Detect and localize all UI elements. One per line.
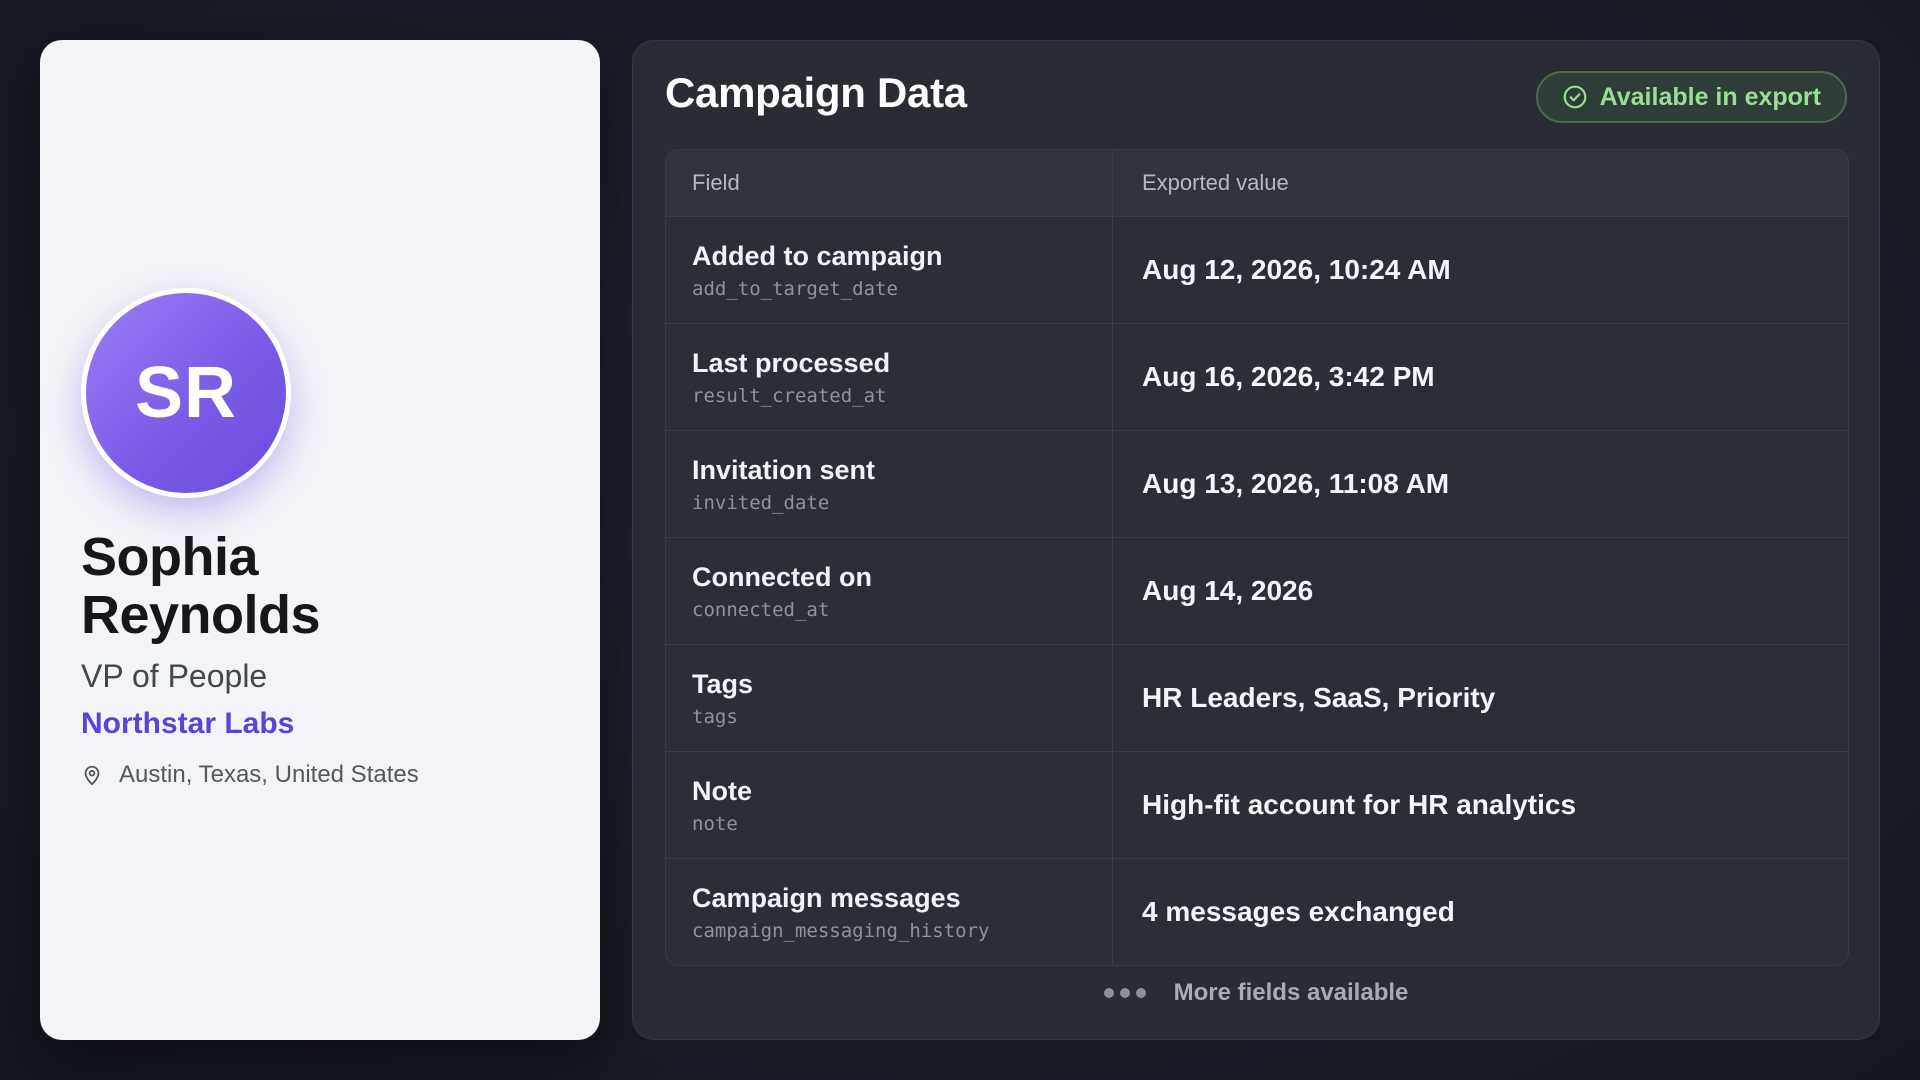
field-cell: Campaign messages campaign_messaging_his… <box>666 859 1113 965</box>
export-status-badge: Available in export <box>1535 71 1847 123</box>
table-row: Tags tags HR Leaders, SaaS, Priority <box>666 645 1848 752</box>
avatar: SR <box>81 288 291 498</box>
export-badge-label: Available in export <box>1599 82 1821 111</box>
table-header: Field Exported value <box>666 150 1848 217</box>
exported-value: High-fit account for HR analytics <box>1142 789 1577 820</box>
table-row: Invitation sent invited_date Aug 13, 202… <box>666 431 1848 538</box>
table-row: Connected on connected_at Aug 14, 2026 <box>666 538 1848 645</box>
field-key: connected_at <box>692 598 830 621</box>
field-cell: Last processed result_created_at <box>666 324 1113 430</box>
field-label: Invitation sent <box>692 454 876 485</box>
more-fields-link[interactable]: More fields available <box>633 979 1879 1007</box>
field-key: add_to_target_date <box>692 277 898 300</box>
profile-details: SR Sophia Reynolds VP of People Northsta… <box>81 288 570 789</box>
more-fields-label: More fields available <box>1173 979 1409 1006</box>
field-cell: Added to campaign add_to_target_date <box>666 217 1113 323</box>
check-circle-icon <box>1563 85 1586 109</box>
profile-card: SR Sophia Reynolds VP of People Northsta… <box>40 40 600 1040</box>
profile-location-text: Austin, Texas, United States <box>119 761 419 788</box>
column-header-exported-value: Exported value <box>1142 170 1289 195</box>
map-pin-icon <box>84 765 100 786</box>
more-dots-icon <box>1103 988 1152 998</box>
field-cell: Tags tags <box>666 645 1113 751</box>
field-cell: Note note <box>666 752 1113 858</box>
exported-value: HR Leaders, SaaS, Priority <box>1142 682 1496 713</box>
field-label: Last processed <box>692 347 891 378</box>
field-label: Tags <box>692 668 754 699</box>
field-label: Added to campaign <box>692 240 943 271</box>
table-row: Note note High-fit account for HR analyt… <box>666 752 1848 859</box>
table-row: Campaign messages campaign_messaging_his… <box>666 859 1848 965</box>
exported-value: Aug 14, 2026 <box>1142 575 1314 606</box>
avatar-initials: SR <box>134 353 238 433</box>
table-row: Last processed result_created_at Aug 16,… <box>666 324 1848 431</box>
profile-company-link[interactable]: Northstar Labs <box>81 707 570 741</box>
field-key: note <box>692 812 738 835</box>
profile-name: Sophia Reynolds <box>81 527 321 645</box>
field-key: tags <box>692 705 738 728</box>
field-key: campaign_messaging_history <box>692 919 990 942</box>
field-cell: Invitation sent invited_date <box>666 431 1113 537</box>
exported-value: Aug 16, 2026, 3:42 PM <box>1142 361 1435 392</box>
exported-value: 4 messages exchanged <box>1142 896 1455 927</box>
column-header-field: Field <box>666 150 1113 216</box>
campaign-data-table: Field Exported value Added to campaign a… <box>665 149 1849 966</box>
field-key: invited_date <box>692 491 830 514</box>
field-label: Campaign messages <box>692 882 961 913</box>
table-row: Added to campaign add_to_target_date Aug… <box>666 217 1848 324</box>
field-label: Note <box>692 775 752 806</box>
campaign-data-panel: Campaign Data Available in export Field … <box>632 40 1880 1040</box>
profile-location: Austin, Texas, United States <box>81 761 570 789</box>
profile-job-title: VP of People <box>81 658 268 694</box>
field-cell: Connected on connected_at <box>666 538 1113 644</box>
field-key: result_created_at <box>692 384 887 407</box>
panel-title: Campaign Data <box>665 69 967 116</box>
field-label: Connected on <box>692 561 872 592</box>
exported-value: Aug 12, 2026, 10:24 AM <box>1142 254 1451 285</box>
exported-value: Aug 13, 2026, 11:08 AM <box>1142 468 1450 499</box>
